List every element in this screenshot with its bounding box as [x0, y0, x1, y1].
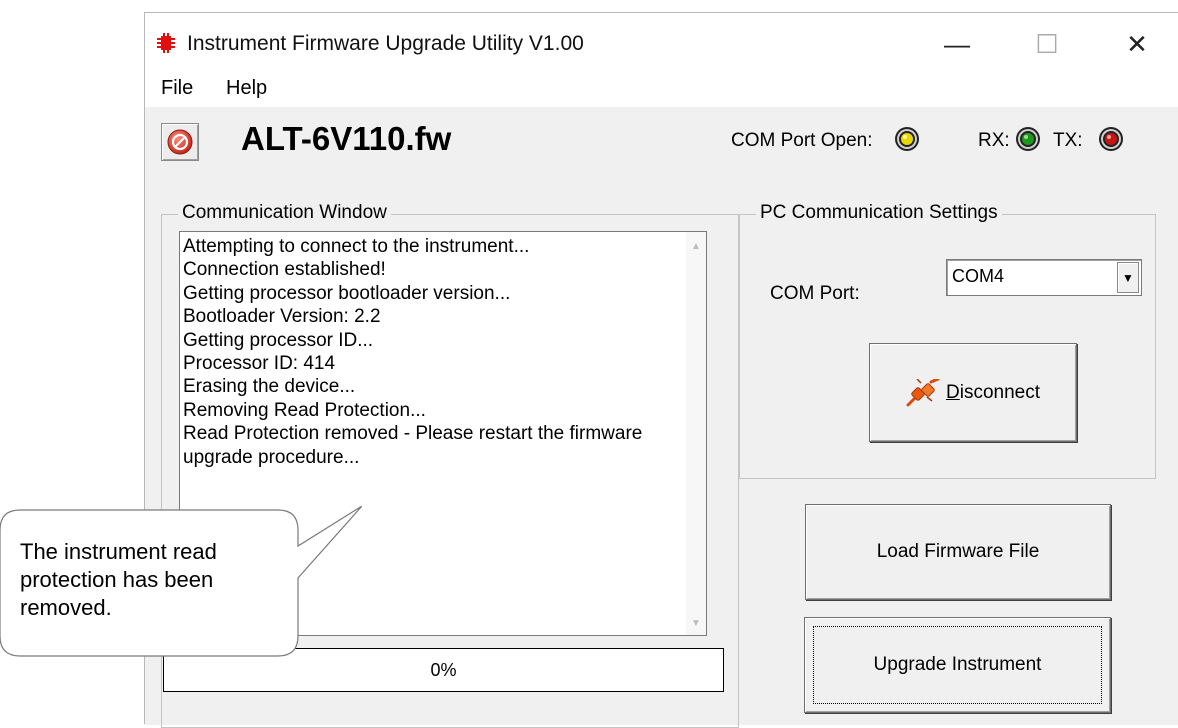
menu-help[interactable]: Help [226, 77, 267, 100]
rx-label: RX: [978, 130, 1010, 151]
tx-label: TX: [1053, 130, 1083, 151]
log-scrollbar[interactable]: ▲ ▼ [686, 232, 706, 635]
chip-icon [157, 33, 175, 53]
dropdown-arrow-icon[interactable]: ▼ [1117, 262, 1139, 293]
com-port-value: COM4 [952, 266, 1005, 286]
com-port-open-label: COM Port Open: [731, 130, 873, 151]
window-title: Instrument Firmware Upgrade Utility V1.0… [187, 32, 584, 55]
log-line: Getting processor ID... [183, 329, 374, 351]
stop-icon [167, 129, 193, 155]
log-line: Attempting to connect to the instrument.… [183, 236, 530, 257]
disconnect-button[interactable]: Disconnect [869, 343, 1077, 442]
plug-disconnect-icon [906, 378, 940, 406]
communication-window-title: Communication Window [178, 202, 391, 224]
log-line: Connection established! [183, 259, 386, 281]
callout-text: The instrument read protection has been … [20, 539, 217, 620]
load-firmware-file-button[interactable]: Load Firmware File [805, 504, 1111, 600]
stop-button[interactable] [161, 123, 199, 161]
firmware-file-name: ALT-6V110.fw [241, 120, 452, 157]
pc-settings-title: PC Communication Settings [756, 202, 1002, 224]
minimize-button[interactable]: — [927, 23, 987, 65]
close-button[interactable]: ✕ [1107, 23, 1167, 65]
log-line: Erasing the device... [183, 376, 356, 398]
log-line: Processor ID: 414 [183, 353, 336, 375]
maximize-button[interactable]: ☐ [1017, 23, 1077, 65]
com-port-led-icon [895, 127, 919, 151]
upgrade-instrument-button[interactable]: Upgrade Instrument [804, 617, 1111, 713]
scroll-up-icon[interactable]: ▲ [686, 236, 706, 256]
log-lines: Attempting to connect to the instrument.… [183, 235, 663, 469]
menu-bar: File Help [145, 71, 1178, 107]
menu-file[interactable]: File [161, 77, 193, 100]
progress-text: 0% [430, 659, 457, 680]
rx-led-icon [1016, 127, 1040, 151]
log-line: Read Protection removed - Please restart… [183, 423, 648, 468]
title-bar: Instrument Firmware Upgrade Utility V1.0… [145, 13, 1178, 71]
com-port-label: COM Port: [770, 283, 860, 304]
focus-ring [813, 626, 1102, 704]
log-line: Getting processor bootloader version... [183, 282, 511, 304]
scroll-down-icon[interactable]: ▼ [686, 613, 706, 633]
com-port-select[interactable]: COM4 ▼ [946, 259, 1142, 296]
disconnect-label: Disconnect [945, 381, 1040, 403]
tx-led-icon [1099, 127, 1123, 151]
log-line: Bootloader Version: 2.2 [183, 306, 381, 328]
log-line: Removing Read Protection... [183, 399, 426, 421]
